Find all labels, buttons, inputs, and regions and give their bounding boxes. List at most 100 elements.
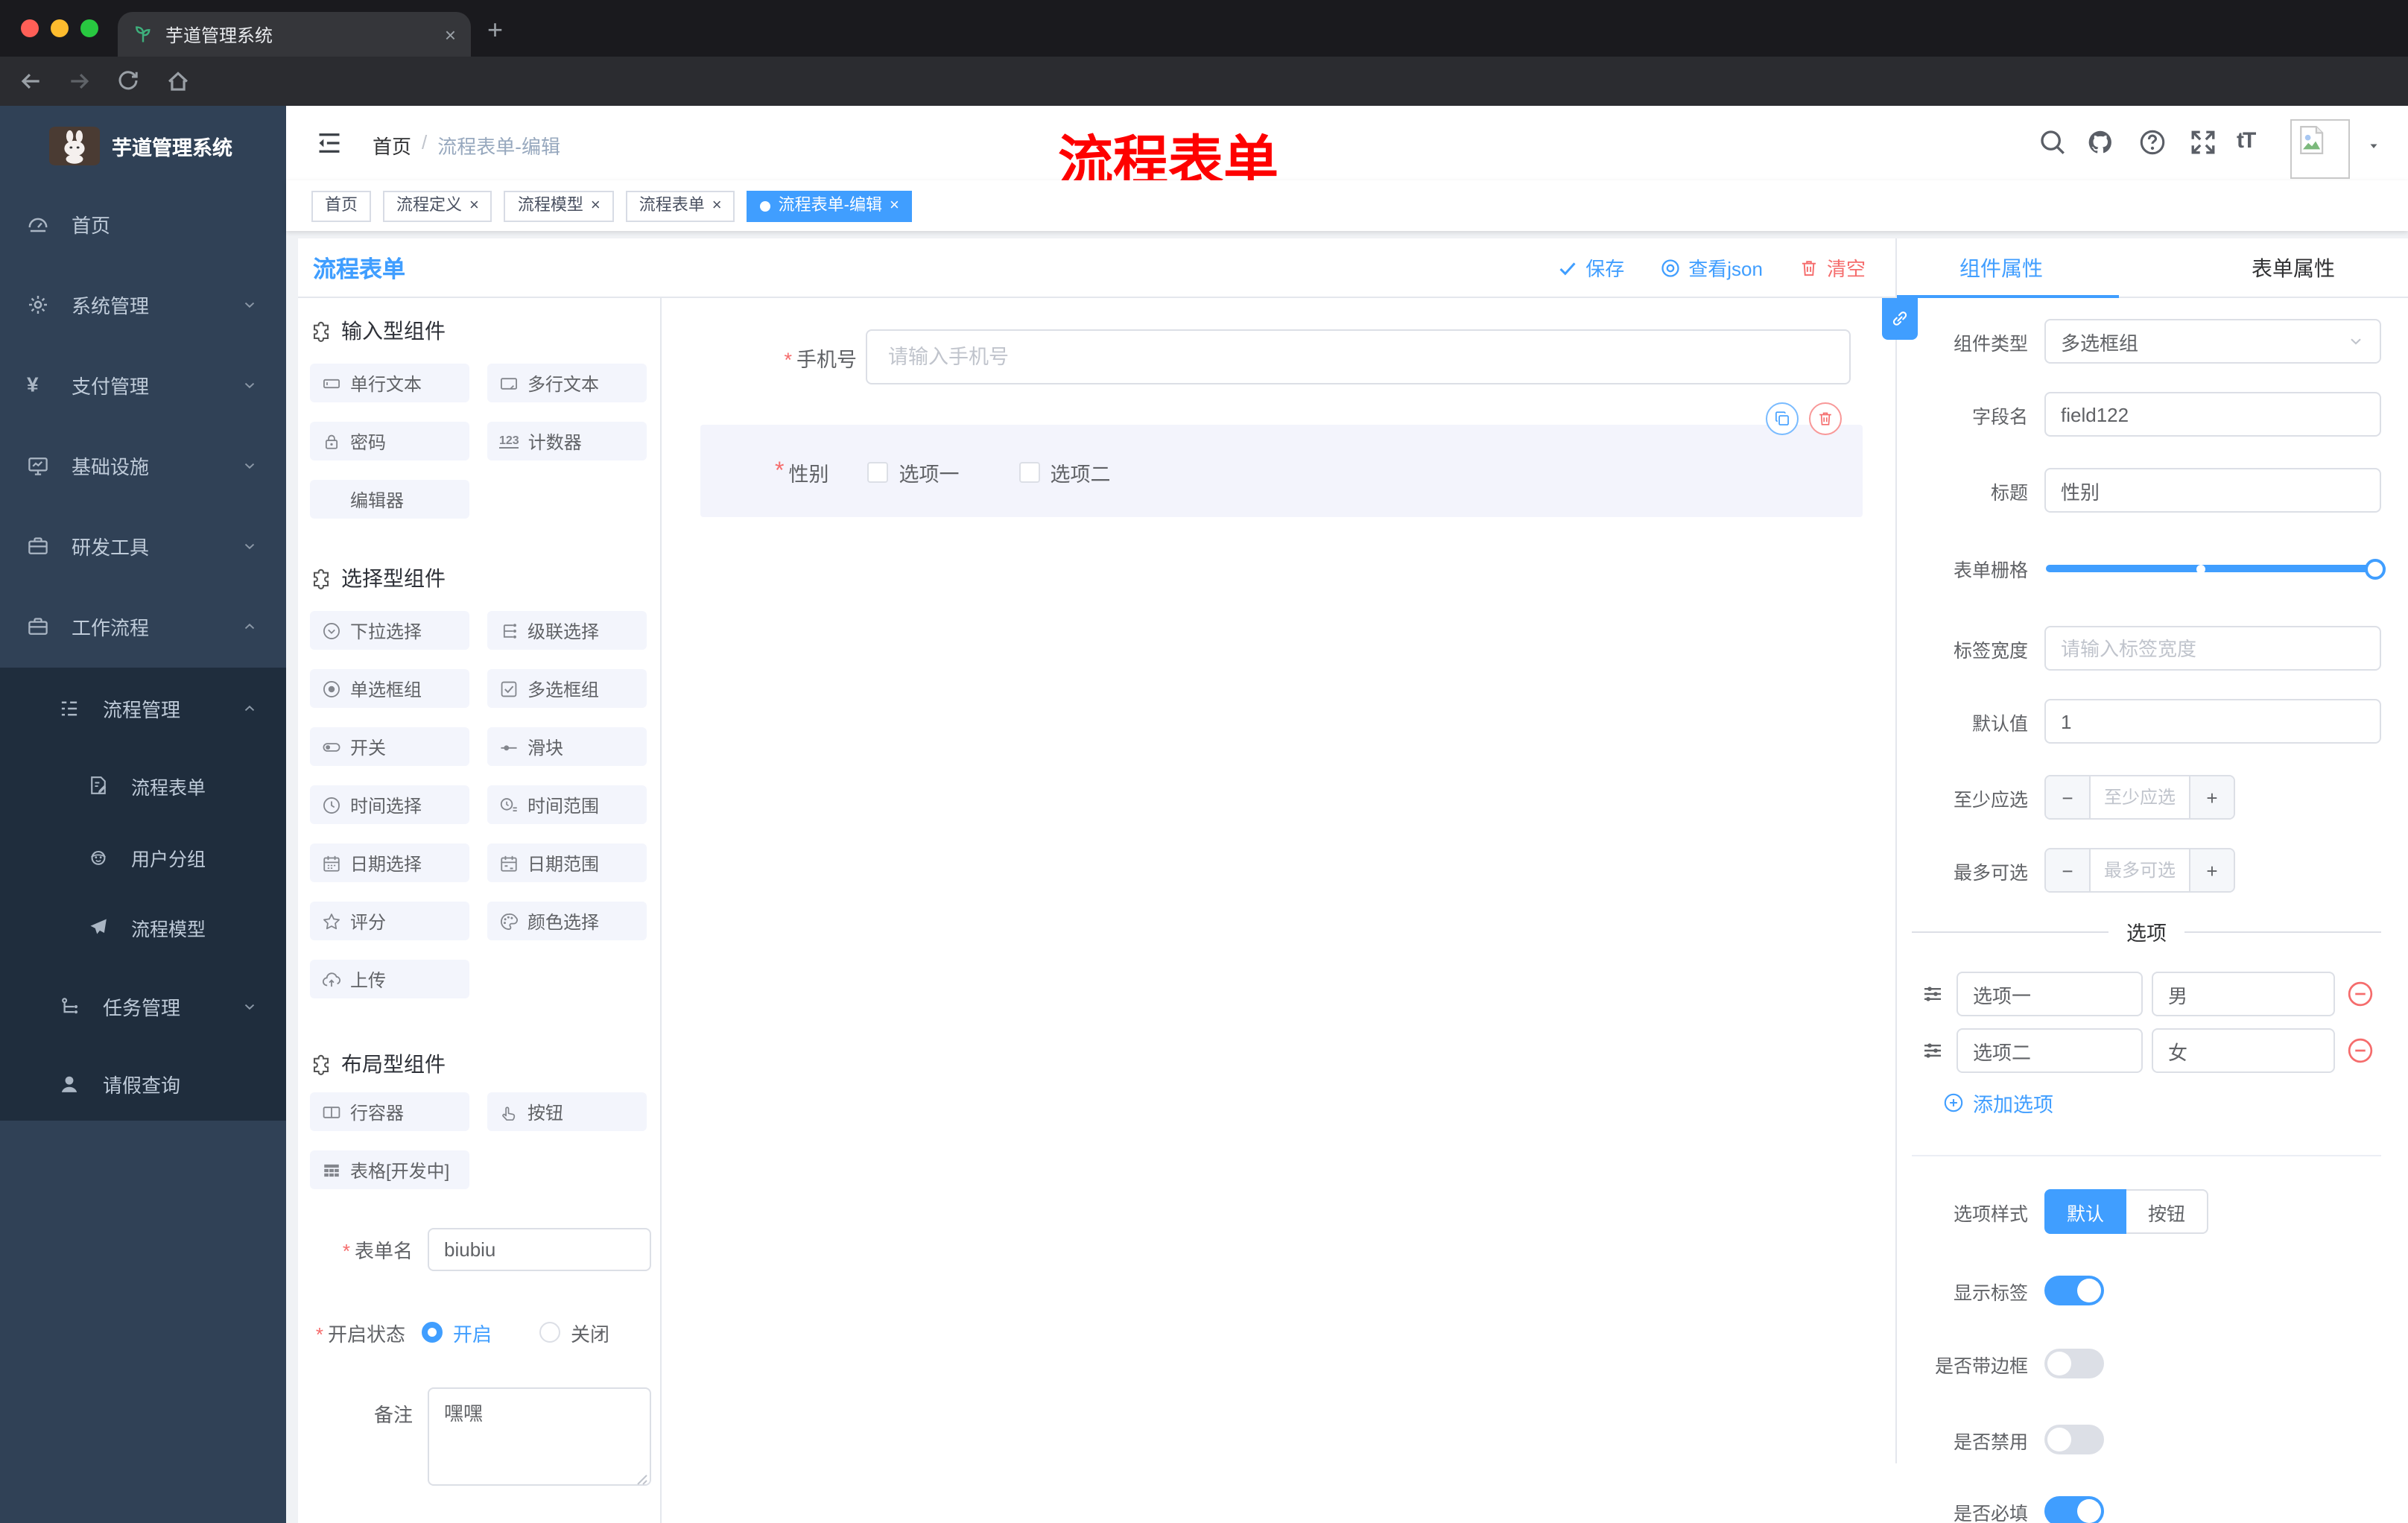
component-button[interactable]: 按钮	[487, 1092, 647, 1131]
tag-close-icon[interactable]: ×	[591, 197, 601, 214]
new-tab-button[interactable]: +	[487, 15, 503, 46]
tag-close-icon[interactable]: ×	[469, 197, 479, 214]
component-slider[interactable]: 滑块	[487, 727, 647, 766]
drag-handle-icon[interactable]	[1921, 982, 1945, 1006]
window-minimize-button[interactable]	[51, 19, 69, 37]
stepper-minus-button[interactable]: −	[2046, 776, 2091, 818]
delete-component-button[interactable]	[1809, 402, 1842, 435]
tab-form-props[interactable]: 表单属性	[2252, 238, 2335, 298]
stepper-minus-button[interactable]: −	[2046, 849, 2091, 891]
option2-value-input[interactable]	[2152, 1028, 2335, 1073]
slider-track[interactable]	[2046, 565, 2386, 572]
status-off-radio[interactable]	[539, 1322, 561, 1343]
component-row-container[interactable]: 行容器	[310, 1092, 469, 1131]
disabled-toggle[interactable]	[2044, 1425, 2104, 1454]
back-icon[interactable]	[18, 69, 43, 94]
font-size-icon[interactable]: tT	[2237, 128, 2256, 153]
option1-label-input[interactable]	[1956, 972, 2143, 1016]
sidebar-item-user-group[interactable]: 用户分组	[0, 836, 286, 878]
sidebar-item-home[interactable]: 首页	[0, 203, 286, 244]
form-canvas[interactable]: *手机号 * 性别 选项一 选项二	[662, 298, 1895, 1523]
tag-close-icon[interactable]: ×	[890, 197, 899, 214]
gender-option2-checkbox[interactable]	[1018, 462, 1040, 483]
sidebar-item-system[interactable]: 系统管理	[0, 283, 286, 325]
tab-component-props[interactable]: 组件属性	[1959, 238, 2043, 298]
gender-option2-label[interactable]: 选项二	[1050, 457, 1110, 487]
component-radio-group[interactable]: 单选框组	[310, 669, 469, 708]
label-width-input[interactable]	[2044, 626, 2381, 671]
tag-process-form[interactable]: 流程表单 ×	[625, 190, 735, 221]
save-button[interactable]: 保存	[1557, 253, 1624, 282]
tag-home[interactable]: 首页	[311, 190, 371, 221]
user-avatar[interactable]	[2290, 119, 2350, 179]
status-off-label[interactable]: 关闭	[571, 1318, 609, 1346]
form-grid-slider[interactable]	[2046, 545, 2386, 590]
form-remark-textarea[interactable]: 嘿嘿	[428, 1387, 651, 1486]
border-toggle[interactable]	[2044, 1349, 2104, 1378]
component-table[interactable]: 表格[开发中]	[310, 1150, 469, 1189]
sidebar-fold-icon[interactable]	[316, 130, 343, 156]
component-switch[interactable]: 开关	[310, 727, 469, 766]
required-toggle[interactable]	[2044, 1496, 2104, 1523]
help-icon[interactable]	[2138, 128, 2167, 156]
component-editor[interactable]: 编辑器	[310, 480, 469, 519]
component-date-range[interactable]: 日期范围	[487, 843, 647, 882]
component-cascader[interactable]: 级联选择	[487, 611, 647, 650]
resize-handle-icon[interactable]	[636, 1474, 648, 1486]
sidebar-item-process-manage[interactable]: 流程管理	[0, 687, 286, 729]
tag-close-icon[interactable]: ×	[712, 197, 722, 214]
search-icon[interactable]	[2038, 128, 2067, 156]
component-time-range[interactable]: 时间范围	[487, 785, 647, 824]
clear-button[interactable]: 清空	[1799, 253, 1866, 282]
remove-option-icon[interactable]	[2347, 1037, 2374, 1064]
component-single-text[interactable]: 单行文本	[310, 364, 469, 402]
phone-input[interactable]	[866, 329, 1851, 384]
selected-component-gender[interactable]: * 性别 选项一 选项二	[700, 425, 1863, 517]
gender-option1-label[interactable]: 选项一	[899, 457, 959, 487]
sidebar-item-process-model[interactable]: 流程模型	[0, 906, 286, 948]
window-zoom-button[interactable]	[80, 19, 98, 37]
status-on-label[interactable]: 开启	[453, 1318, 492, 1346]
component-upload[interactable]: 上传	[310, 960, 469, 998]
component-date-picker[interactable]: 日期选择	[310, 843, 469, 882]
option1-value-input[interactable]	[2152, 972, 2335, 1016]
option2-label-input[interactable]	[1956, 1028, 2143, 1073]
sidebar-item-workflow[interactable]: 工作流程	[0, 605, 286, 647]
drag-handle-icon[interactable]	[1921, 1039, 1945, 1063]
style-default-button[interactable]: 默认	[2044, 1189, 2126, 1234]
tag-process-model[interactable]: 流程模型 ×	[504, 190, 614, 221]
field-name-input[interactable]	[2044, 392, 2381, 437]
add-option-button[interactable]: 添加选项	[1943, 1088, 2053, 1118]
slider-handle[interactable]	[2365, 558, 2386, 579]
component-time-picker[interactable]: 时间选择	[310, 785, 469, 824]
component-color-picker[interactable]: 颜色选择	[487, 902, 647, 940]
reload-icon[interactable]	[116, 69, 140, 92]
sidebar-item-devtools[interactable]: 研发工具	[0, 525, 286, 566]
copy-component-button[interactable]	[1766, 402, 1799, 435]
tab-close-icon[interactable]: ×	[445, 25, 456, 44]
title-input[interactable]	[2044, 468, 2381, 513]
max-select-input[interactable]	[2091, 849, 2189, 891]
component-rate[interactable]: 评分	[310, 902, 469, 940]
window-close-button[interactable]	[21, 19, 39, 37]
remove-option-icon[interactable]	[2347, 981, 2374, 1007]
component-select[interactable]: 下拉选择	[310, 611, 469, 650]
component-type-select[interactable]: 多选框组	[2044, 319, 2381, 364]
component-counter[interactable]: 123 计数器	[487, 422, 647, 460]
avatar-caret-icon[interactable]	[2366, 140, 2381, 152]
stepper-plus-button[interactable]: +	[2189, 776, 2234, 818]
form-name-input[interactable]	[428, 1228, 651, 1271]
component-checkbox-group[interactable]: 多选框组	[487, 669, 647, 708]
link-side-tab[interactable]	[1882, 298, 1918, 340]
tag-process-definition[interactable]: 流程定义 ×	[383, 190, 492, 221]
default-value-input[interactable]	[2044, 699, 2381, 744]
stepper-plus-button[interactable]: +	[2189, 849, 2234, 891]
gender-option1-checkbox[interactable]	[867, 462, 889, 483]
sidebar-item-infra[interactable]: 基础设施	[0, 444, 286, 486]
status-on-radio[interactable]	[422, 1322, 443, 1343]
fullscreen-icon[interactable]	[2189, 128, 2217, 156]
component-password[interactable]: 密码	[310, 422, 469, 460]
sidebar-item-task-manage[interactable]: 任务管理	[0, 985, 286, 1027]
sidebar-item-payment[interactable]: ¥ 支付管理	[0, 364, 286, 405]
style-button-button[interactable]: 按钮	[2126, 1189, 2208, 1234]
